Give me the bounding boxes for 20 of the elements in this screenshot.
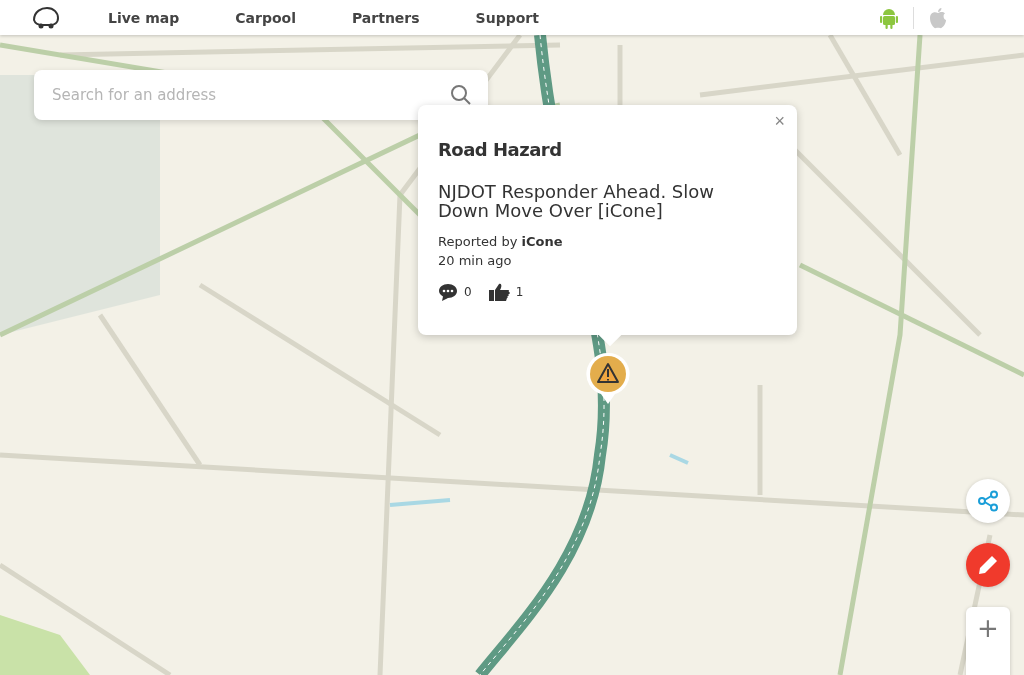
thumbs-up-icon[interactable] [487,282,510,302]
report-time: 20 min ago [438,253,513,268]
share-icon [977,490,999,512]
popup-title: Road Hazard [438,139,563,160]
search-field[interactable]: Search for an address [34,70,488,120]
close-button[interactable]: × [774,111,785,132]
hazard-description: NJDOT Responder Ahead. Slow Down Move Over [iCone] [438,182,715,220]
pencil-icon [977,554,999,576]
comment-count: 0 [464,285,472,299]
search-icon[interactable] [450,84,472,106]
hazard-pin-icon[interactable] [585,352,631,406]
waze-logo-icon[interactable] [30,5,60,30]
zoom-in-button[interactable]: + [966,607,1010,675]
like-count: 1 [515,285,524,299]
nav-link[interactable]: Live map [108,9,180,26]
reported-by-text: Reported by iCone [438,234,564,249]
nav-link[interactable]: Partners [351,9,420,26]
nav-link[interactable]: Support [475,9,539,26]
comment-icon[interactable] [438,282,458,302]
nav-link[interactable]: Carpool [235,9,296,26]
